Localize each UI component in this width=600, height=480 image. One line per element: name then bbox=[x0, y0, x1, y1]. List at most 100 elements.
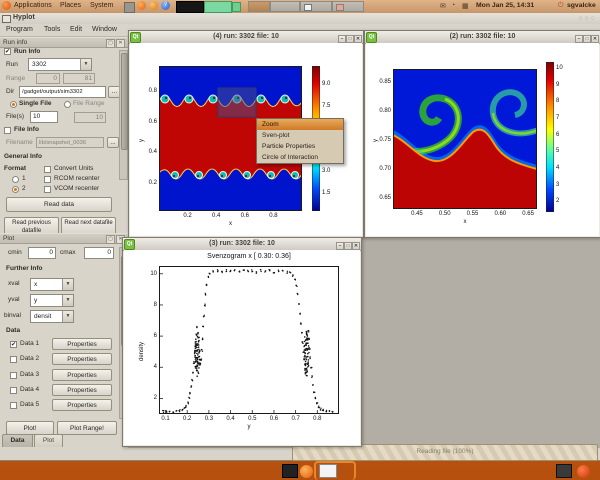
files-field[interactable]: 10 bbox=[30, 111, 58, 123]
maximize-icon[interactable]: □ bbox=[346, 35, 354, 43]
convert-units-checkbox[interactable] bbox=[44, 166, 51, 173]
data-3-properties-button[interactable]: Properties bbox=[52, 369, 112, 381]
format-1-radio[interactable] bbox=[12, 176, 19, 183]
ubuntu-logo-icon[interactable] bbox=[2, 1, 11, 10]
chevron-down-icon[interactable]: ▼ bbox=[62, 311, 73, 322]
close-icon[interactable]: ✕ bbox=[354, 35, 362, 43]
data-2-checkbox[interactable] bbox=[10, 356, 17, 363]
menu-item-circle-of-interaction[interactable]: Circle of Interaction bbox=[257, 152, 343, 163]
tab-plot[interactable]: Plot bbox=[34, 434, 63, 447]
window-controls[interactable]: ○○○ bbox=[578, 15, 597, 22]
terminal-icon[interactable] bbox=[282, 464, 298, 478]
minimize-icon[interactable]: – bbox=[336, 242, 344, 250]
cmax-field[interactable]: 0 bbox=[84, 247, 114, 259]
chevron-down-icon[interactable]: ▼ bbox=[62, 295, 73, 306]
dir-field[interactable]: /gadget/output/sim3302 bbox=[19, 86, 106, 98]
range-min-field[interactable]: 0 bbox=[36, 73, 60, 84]
small-thumbnail[interactable] bbox=[232, 2, 241, 12]
run-info-checkbox[interactable] bbox=[4, 48, 11, 55]
menu-item-sven-plot[interactable]: Sven-plot bbox=[257, 130, 343, 141]
scrollbar-thumb[interactable] bbox=[121, 53, 128, 150]
window-list-item[interactable] bbox=[332, 1, 364, 12]
data-3-checkbox[interactable] bbox=[10, 372, 17, 379]
hyplot-titlebar[interactable]: Hyplot ○○○ bbox=[0, 13, 600, 24]
data-4-checkbox[interactable] bbox=[10, 387, 17, 394]
data-1-properties-button[interactable]: Properties bbox=[52, 338, 112, 350]
minimize-icon[interactable]: – bbox=[575, 35, 583, 43]
menu-tools[interactable]: Tools bbox=[40, 24, 66, 33]
plot-canvas[interactable]: 0.45 0.50 0.55 0.60 0.65 0.65 0.70 0.75 0.80 0.85… bbox=[366, 43, 599, 236]
dock-close-icon[interactable]: ✕ bbox=[116, 39, 125, 48]
plot-button[interactable]: Plot! bbox=[6, 421, 54, 435]
close-icon[interactable]: ✕ bbox=[352, 242, 360, 250]
data-5-checkbox[interactable] bbox=[10, 402, 17, 409]
plot-dock-header[interactable]: Plot ▢ ✕ bbox=[0, 233, 128, 244]
clock[interactable]: Mon Jan 25, 14:31 bbox=[476, 2, 534, 9]
filename-browse-button[interactable]: ... bbox=[107, 137, 119, 148]
app-thumbnail[interactable] bbox=[204, 1, 232, 13]
data-2-properties-button[interactable]: Properties bbox=[52, 353, 112, 365]
tray-network-icon[interactable]: ▦ bbox=[462, 2, 469, 10]
run-dock-scrollbar[interactable] bbox=[119, 50, 128, 180]
plot-range-button[interactable]: Plot Range! bbox=[57, 421, 117, 435]
power-icon[interactable]: ⏻ bbox=[558, 2, 564, 10]
menu-program[interactable]: Program bbox=[2, 24, 39, 33]
files-field-2[interactable]: 10 bbox=[74, 112, 106, 123]
app-icon[interactable] bbox=[556, 464, 572, 478]
places-menu[interactable]: Places bbox=[58, 0, 85, 9]
kh-zoom-heatmap-image[interactable] bbox=[393, 69, 537, 209]
maximize-icon[interactable]: □ bbox=[344, 242, 352, 250]
chevron-down-icon[interactable]: ▼ bbox=[80, 59, 91, 70]
data-1-checkbox[interactable] bbox=[10, 341, 17, 348]
tray-update-icon[interactable]: ◔ bbox=[451, 2, 455, 9]
file-info-checkbox[interactable] bbox=[4, 127, 11, 134]
format-2-radio[interactable] bbox=[12, 186, 19, 193]
xval-combobox[interactable]: x ▼ bbox=[30, 278, 74, 291]
close-icon[interactable]: ✕ bbox=[591, 35, 599, 43]
tray-mail-icon[interactable]: ✉ bbox=[440, 2, 446, 10]
svenzogram-scatter[interactable] bbox=[159, 266, 339, 414]
menu-item-zoom[interactable]: Zoom bbox=[257, 119, 343, 130]
chevron-down-icon[interactable]: ▼ bbox=[62, 279, 73, 290]
data-4-properties-button[interactable]: Properties bbox=[52, 384, 112, 396]
menu-edit[interactable]: Edit bbox=[66, 24, 88, 33]
system-menu[interactable]: System bbox=[88, 0, 117, 9]
file-range-radio[interactable] bbox=[64, 101, 71, 108]
filename-field[interactable]: lib/snapshot_0036 bbox=[36, 137, 104, 148]
firefox-icon[interactable] bbox=[300, 465, 313, 478]
screenshot-icon[interactable] bbox=[124, 2, 135, 13]
plot-canvas[interactable]: Svenzogram x [ 0.30: 0.36] 0.1 0.2 0.3 0.4 0… bbox=[124, 250, 360, 445]
plot-window-3[interactable]: Qt (3) run: 3302 file: 10 – □ ✕ Svenzogram… bbox=[122, 237, 362, 447]
window-thumbnail-icon[interactable] bbox=[319, 464, 337, 478]
read-data-button[interactable]: Read data bbox=[6, 197, 112, 212]
maximize-icon[interactable]: □ bbox=[583, 35, 591, 43]
dock-float-icon[interactable]: ▢ bbox=[106, 39, 115, 48]
plot-window-2[interactable]: Qt (2) run: 3302 file: 10 – □ ✕ 0.45 0.50 0.… bbox=[364, 30, 600, 238]
tab-data[interactable]: Data bbox=[2, 434, 33, 447]
terminal-thumbnail[interactable] bbox=[176, 1, 204, 13]
firefox-icon[interactable] bbox=[137, 1, 146, 10]
minimize-icon[interactable]: – bbox=[338, 35, 346, 43]
data-5-properties-button[interactable]: Properties bbox=[52, 399, 112, 411]
menu-item-particle-properties[interactable]: Particle Properties bbox=[257, 141, 343, 152]
menu-window[interactable]: Window bbox=[88, 24, 123, 33]
launcher-icon[interactable] bbox=[149, 1, 158, 10]
binval-combobox[interactable]: densit ▼ bbox=[30, 310, 74, 323]
applications-menu[interactable]: Applications bbox=[12, 0, 56, 9]
cmin-field[interactable]: 0 bbox=[28, 247, 56, 259]
rcom-checkbox[interactable] bbox=[44, 176, 51, 183]
help-icon[interactable]: ? bbox=[161, 1, 170, 10]
colorbar-tick-label: 8 bbox=[556, 98, 560, 105]
window-list-item-active[interactable] bbox=[248, 1, 270, 12]
window-list-item[interactable] bbox=[270, 1, 300, 12]
yval-combobox[interactable]: y ▼ bbox=[30, 294, 74, 307]
single-file-radio[interactable] bbox=[10, 101, 17, 108]
app-icon[interactable] bbox=[577, 465, 590, 478]
run-combobox[interactable]: 3302 ▼ bbox=[28, 58, 92, 71]
run-info-dock-header[interactable]: Run info ▢ ✕ bbox=[0, 37, 128, 48]
range-max-field[interactable]: 81 bbox=[63, 73, 95, 84]
vcom-checkbox[interactable] bbox=[44, 186, 51, 193]
user-menu[interactable]: sgvalcke bbox=[567, 2, 596, 9]
dock-float-icon[interactable]: ▢ bbox=[106, 235, 115, 244]
window-list-item[interactable] bbox=[300, 1, 332, 12]
